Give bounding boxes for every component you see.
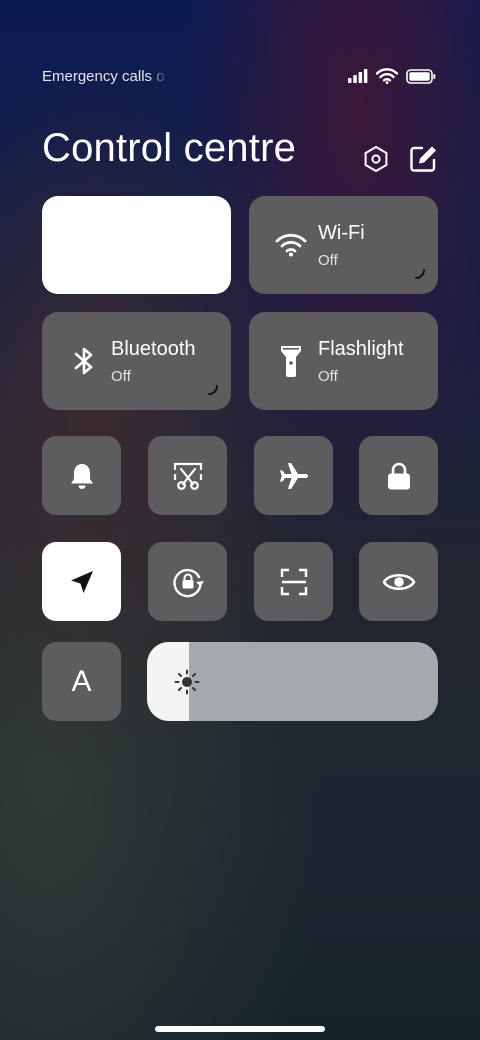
flashlight-tile[interactable]: Flashlight Off bbox=[249, 312, 438, 410]
eye-icon bbox=[382, 573, 415, 590]
wifi-label: Wi-Fi bbox=[318, 222, 365, 244]
airplane-mode-toggle[interactable] bbox=[254, 436, 333, 515]
status-bar: Emergency calls o bbox=[42, 64, 436, 88]
bluetooth-label: Bluetooth bbox=[111, 338, 196, 360]
carrier-text: Emergency calls o bbox=[42, 67, 165, 85]
scanner-toggle[interactable] bbox=[254, 542, 333, 621]
status-icons bbox=[348, 68, 436, 84]
edit-icon bbox=[410, 146, 436, 172]
auto-brightness-toggle[interactable]: A bbox=[42, 642, 121, 721]
wifi-tile[interactable]: Wi-Fi Off bbox=[249, 196, 438, 294]
wifi-icon bbox=[273, 227, 309, 263]
home-indicator[interactable] bbox=[155, 1026, 325, 1032]
wifi-icon bbox=[376, 68, 398, 84]
settings-button[interactable] bbox=[359, 142, 393, 176]
lock-screen-toggle[interactable] bbox=[359, 436, 438, 515]
battery-icon bbox=[406, 68, 436, 84]
expand-corner-icon[interactable] bbox=[207, 384, 219, 396]
location-toggle[interactable] bbox=[42, 542, 121, 621]
scan-icon bbox=[280, 568, 307, 595]
flashlight-icon bbox=[273, 343, 309, 379]
auto-brightness-icon: A bbox=[71, 664, 92, 698]
rotation-lock-icon bbox=[172, 568, 204, 597]
bluetooth-status: Off bbox=[111, 368, 131, 385]
signal-icon bbox=[348, 69, 368, 83]
location-arrow-icon bbox=[70, 570, 93, 593]
sound-toggle[interactable] bbox=[42, 436, 121, 515]
brightness-slider[interactable] bbox=[147, 642, 438, 721]
bell-icon bbox=[70, 463, 93, 489]
scissors-icon bbox=[173, 462, 202, 490]
rotation-lock-toggle[interactable] bbox=[148, 542, 227, 621]
reading-mode-toggle[interactable] bbox=[359, 542, 438, 621]
screenshot-toggle[interactable] bbox=[148, 436, 227, 515]
sun-icon bbox=[174, 669, 200, 695]
expand-corner-icon[interactable] bbox=[414, 268, 426, 280]
flashlight-status: Off bbox=[318, 368, 338, 385]
bluetooth-icon bbox=[66, 343, 102, 379]
page-title: Control centre bbox=[42, 126, 297, 170]
wifi-status: Off bbox=[318, 252, 338, 269]
lock-icon bbox=[387, 462, 410, 489]
settings-icon bbox=[364, 146, 388, 172]
bluetooth-tile[interactable]: Bluetooth Off bbox=[42, 312, 231, 410]
media-tile[interactable] bbox=[42, 196, 231, 294]
flashlight-label: Flashlight bbox=[318, 338, 404, 360]
edit-button[interactable] bbox=[406, 142, 440, 176]
airplane-icon bbox=[279, 462, 308, 489]
